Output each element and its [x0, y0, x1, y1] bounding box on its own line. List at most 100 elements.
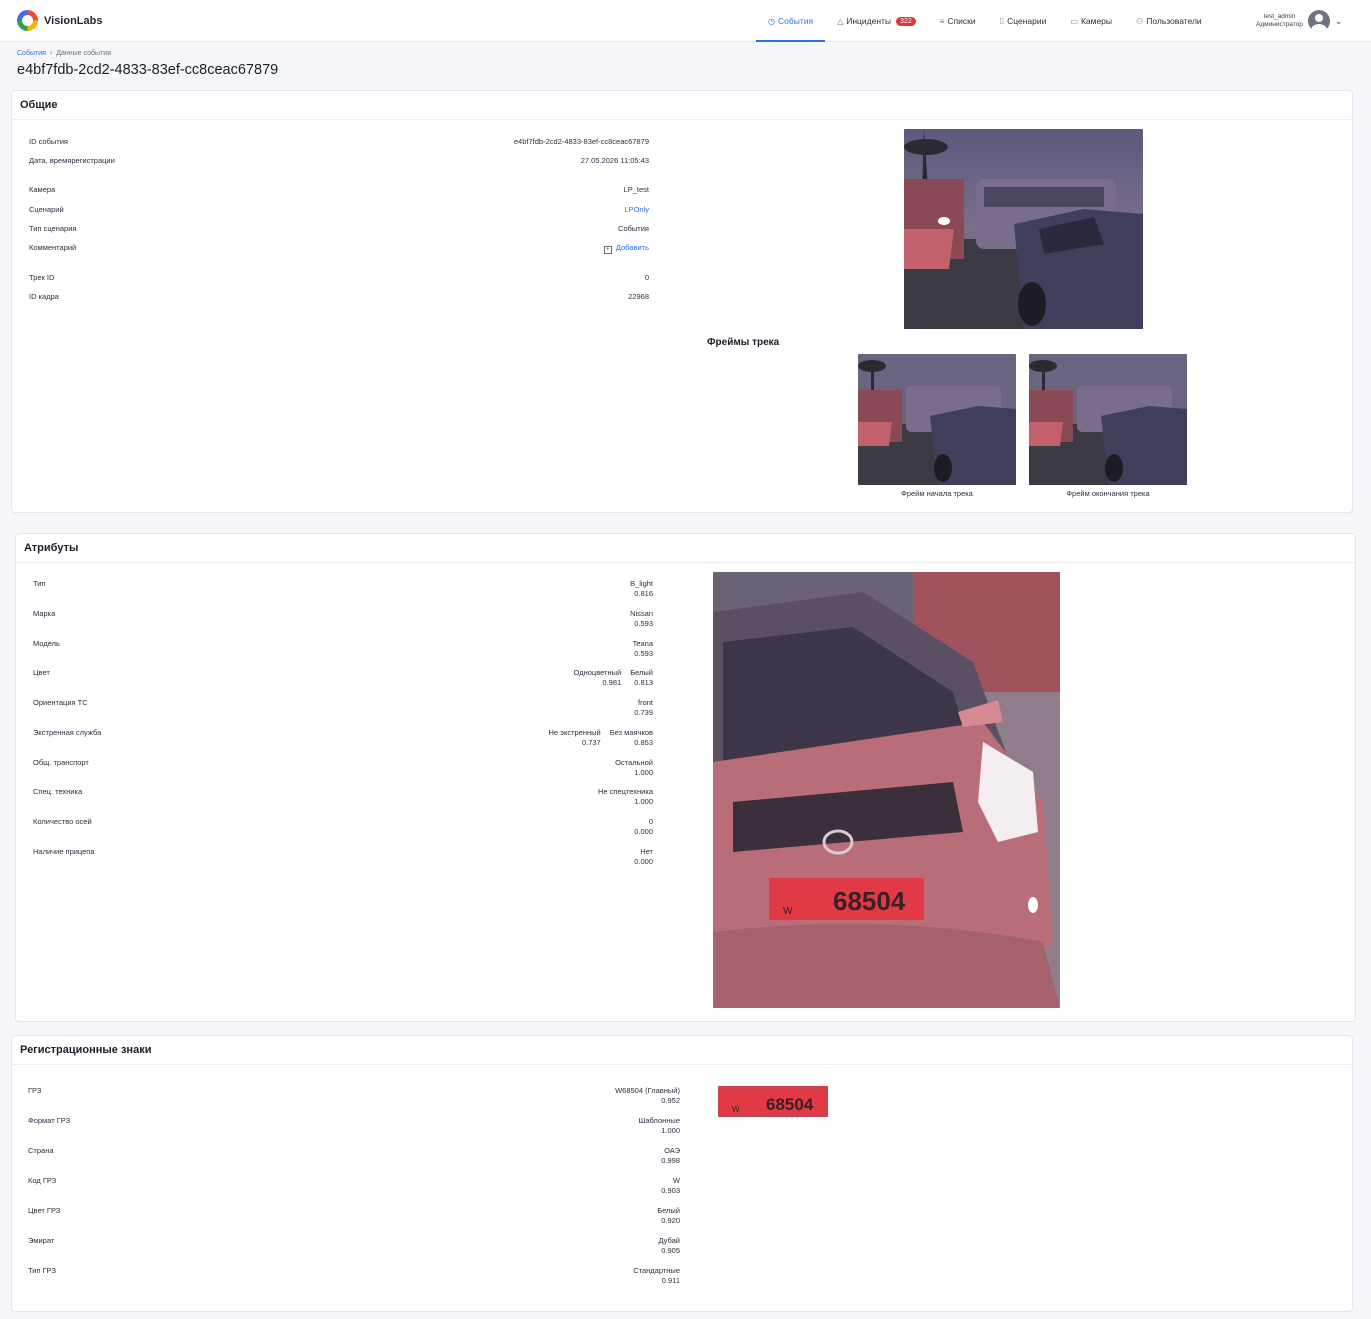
attribute-score: 1.000: [634, 768, 653, 777]
plate-attr-label: Формат ГРЗ: [28, 1116, 71, 1125]
breadcrumb-current: Данные события: [56, 50, 111, 57]
plate-attr-score: 0.998: [661, 1156, 680, 1165]
attribute-score: 0.816: [634, 589, 653, 598]
nav-item-label: События: [777, 16, 814, 26]
attribute-label: Количество осей: [33, 817, 92, 826]
plate-crop-code: W: [732, 1105, 740, 1114]
top-navigation-bar: VisionLabs ◷ События △ Инциденты 322 ≡ С…: [0, 0, 1371, 42]
attribute-score: 1.000: [634, 797, 653, 806]
attribute-label: Спец. техника: [33, 787, 83, 796]
attribute-score: 0.853: [634, 738, 653, 747]
plate-attr-label: Тип ГРЗ: [28, 1266, 57, 1275]
incidents-count-badge: 322: [896, 16, 916, 26]
user-role: Администратор: [1256, 21, 1303, 28]
attribute-label: Марка: [33, 609, 56, 618]
track-end-frame-image[interactable]: [1029, 354, 1187, 485]
vehicle-plate-code: W: [783, 906, 793, 917]
scenario-icon: ⁞⁞: [999, 16, 1005, 26]
chevron-down-icon[interactable]: ⌄: [1335, 16, 1343, 27]
attribute-label: Наличие прицепа: [33, 847, 95, 856]
plus-icon: +: [603, 246, 612, 254]
info-row-value: 0: [644, 273, 649, 282]
nav-item-label: Сценарии: [1007, 16, 1047, 26]
attribute-value: Не экстренный: [548, 728, 601, 737]
nav-item-incidents[interactable]: △ Инциденты 322: [825, 0, 928, 42]
nav-item-label: Камеры: [1080, 16, 1113, 26]
users-icon: ⚇: [1136, 16, 1144, 26]
info-row-value: 22968: [628, 292, 649, 301]
attribute-value: Одноцветный: [573, 668, 622, 677]
plate-attr-label: ГРЗ: [28, 1086, 42, 1095]
clock-icon: ◷: [768, 16, 775, 26]
attribute-value: Teana: [632, 639, 653, 648]
app-name: VisionLabs: [44, 14, 103, 27]
page-title: e4bf7fdb-2cd2-4833-83ef-cc8ceac67879: [17, 62, 279, 78]
attributes-card: Атрибуты Тип B_light 0.816 Марка Nissan 0.…: [15, 533, 1356, 1022]
plate-attr-label: Эмират: [28, 1236, 55, 1245]
nav-item-lists[interactable]: ≡ Списки: [928, 0, 988, 42]
list-icon: ≡: [939, 16, 945, 26]
attribute-score: 0.813: [634, 678, 653, 687]
plate-attr-score: 0.911: [661, 1276, 680, 1285]
attribute-score: 0.981: [602, 678, 622, 687]
plate-attr-score: 0.905: [661, 1246, 680, 1255]
scenario-link[interactable]: LPOnly: [624, 205, 649, 215]
info-row-label: Трек ID: [29, 273, 55, 282]
plate-attr-score: 0.903: [661, 1186, 680, 1195]
info-row-label: ID события: [29, 137, 68, 146]
track-start-frame-image[interactable]: [858, 354, 1016, 485]
plate-attr-value: Стандартные: [633, 1266, 680, 1275]
plate-attr-value: Шаблонные: [638, 1116, 680, 1125]
info-row-value: События: [618, 224, 649, 233]
plate-crop-image[interactable]: 68504 W: [718, 1086, 828, 1117]
attribute-value: front: [637, 698, 653, 707]
attribute-value: 0: [648, 817, 653, 826]
vehicle-crop-image[interactable]: 68504 W: [713, 572, 1060, 1008]
track-start-frame-caption: Фрейм начала трека: [901, 489, 973, 498]
attribute-label: Цвет: [33, 668, 50, 677]
info-row-value: 27.05.2026 11:05:43: [580, 156, 649, 165]
app-logo[interactable]: VisionLabs: [17, 10, 102, 31]
plate-attr-value: ОАЭ: [664, 1146, 680, 1155]
plate-crop-number: 68504: [766, 1095, 814, 1114]
add-comment-button[interactable]: + Добавить: [603, 243, 649, 254]
nav-item-label: Инциденты: [846, 16, 892, 26]
attribute-value: Остальной: [615, 758, 653, 767]
breadcrumb-events-link[interactable]: События: [17, 50, 46, 57]
plate-attr-label: Код ГРЗ: [28, 1176, 57, 1185]
plates-card: Регистрационные знаки ГРЗ W68504 (Главны…: [11, 1035, 1353, 1312]
general-card: Общие ID события e4bf7fdb-2cd2-4833-83ef…: [11, 90, 1353, 513]
attribute-value: Не спецтехника: [597, 787, 653, 796]
attributes-card-title: Атрибуты: [24, 542, 79, 554]
info-row-label-line2: регистрации: [71, 156, 115, 165]
info-row-label: Комментарий: [29, 243, 77, 252]
add-comment-label: Добавить: [615, 243, 649, 252]
attribute-score: 0.593: [634, 619, 653, 628]
attribute-score: 0.739: [634, 708, 653, 717]
info-row-value: e4bf7fdb-2cd2-4833-83ef-cc8ceac67879: [513, 137, 649, 146]
visionlabs-logo-icon: [17, 10, 38, 31]
avatar[interactable]: [1307, 10, 1330, 32]
plate-attr-value: Дубай: [658, 1236, 680, 1245]
nav-item-cameras[interactable]: ▭ Камеры: [1058, 0, 1124, 42]
nav-item-events[interactable]: ◷ События: [756, 0, 826, 42]
breadcrumb: События › Данные события: [17, 50, 111, 57]
nav-item-users[interactable]: ⚇ Пользователи: [1124, 0, 1214, 42]
info-row-label: Дата, время: [29, 156, 72, 165]
user-menu[interactable]: test_admin Администратор ⌄: [1256, 10, 1342, 32]
attribute-label: Экстренная служба: [33, 728, 102, 737]
info-row-label: ID кадра: [29, 292, 59, 301]
plates-card-title: Регистрационные знаки: [20, 1044, 152, 1056]
attribute-score: 0.593: [634, 649, 653, 658]
attribute-value: B_light: [630, 579, 653, 588]
nav-item-scenarios[interactable]: ⁞⁞ Сценарии: [988, 0, 1059, 42]
event-image[interactable]: [904, 129, 1143, 329]
attribute-label: Тип: [33, 579, 46, 588]
info-row-label: Тип сценария: [29, 224, 77, 233]
attribute-value: Белый: [630, 668, 653, 677]
plate-attr-label: Цвет ГРЗ: [28, 1206, 61, 1215]
attribute-value: Nissan: [630, 609, 653, 618]
info-row-value: LP_test: [623, 185, 649, 194]
main-nav: ◷ События △ Инциденты 322 ≡ Списки ⁞⁞ Сц…: [756, 0, 1214, 42]
info-row-label: Камера: [29, 185, 56, 194]
